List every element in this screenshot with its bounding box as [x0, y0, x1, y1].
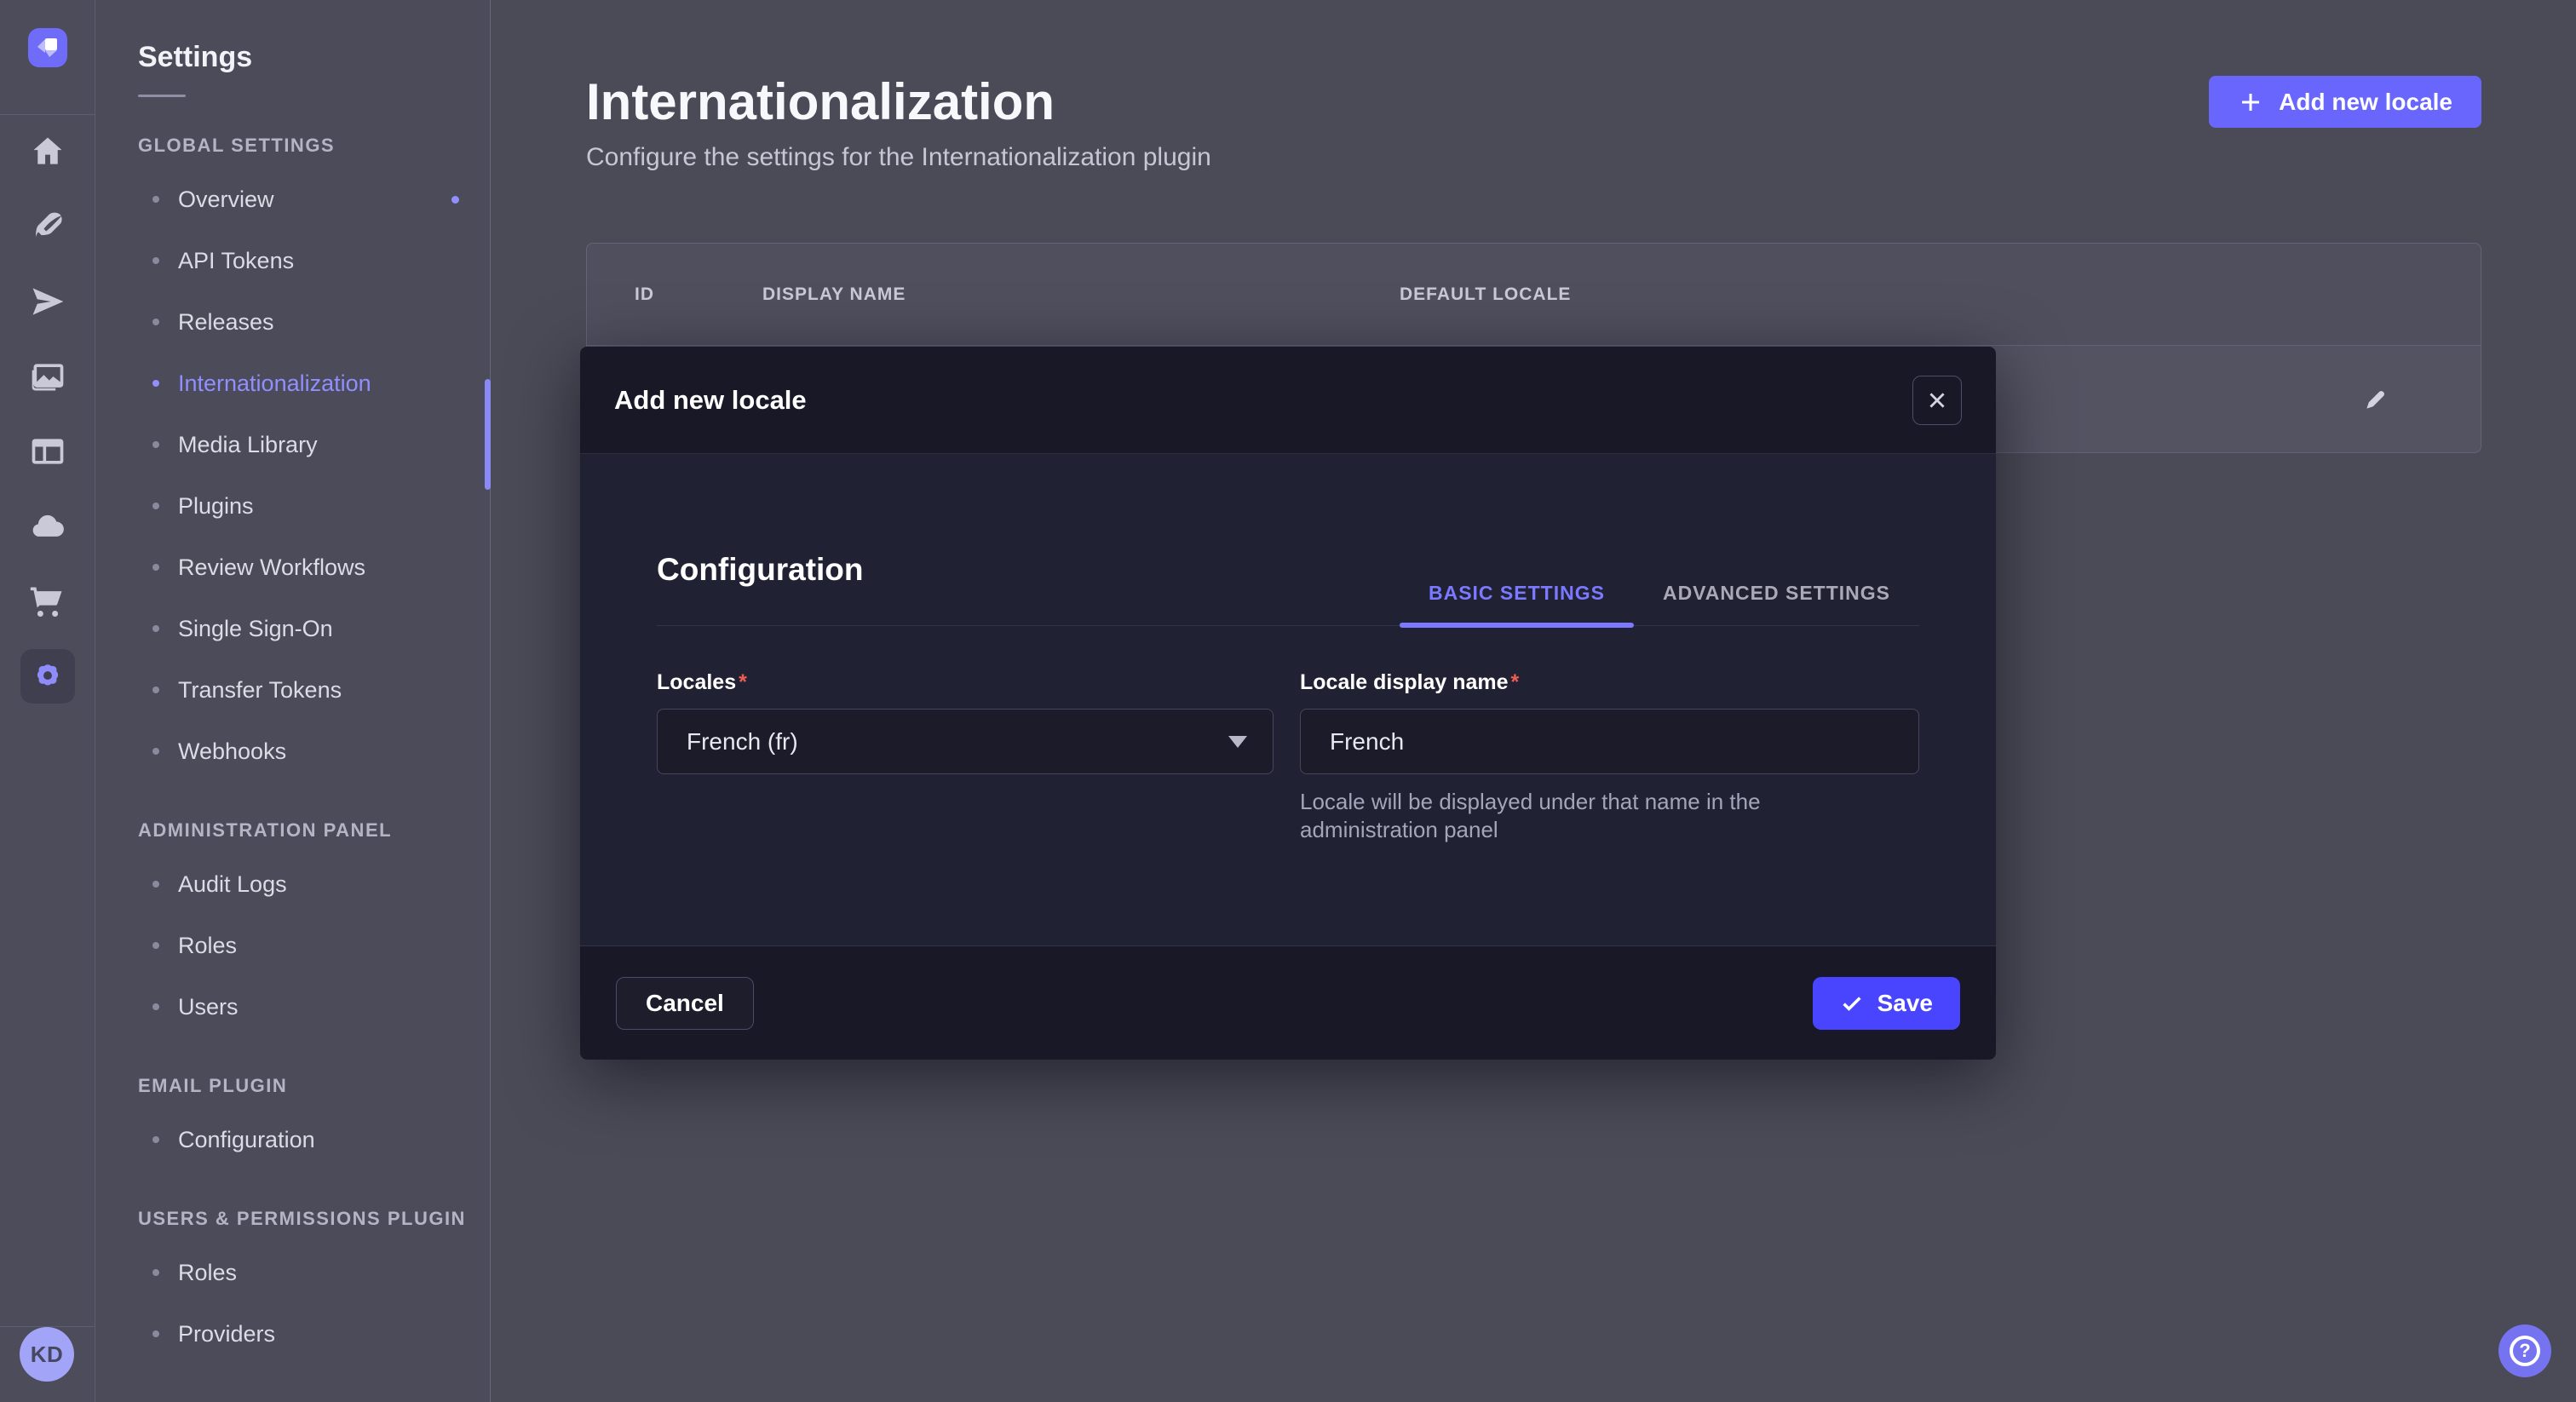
display-name-field: Locale display name* Locale will be disp…: [1300, 670, 1919, 845]
locales-field: Locales* French (fr): [657, 670, 1274, 845]
edit-locale-button[interactable]: [2353, 376, 2399, 422]
layout-icon[interactable]: [0, 414, 95, 489]
home-icon[interactable]: [0, 114, 95, 189]
section-label-administration-panel: ADMINISTRATION PANEL: [138, 819, 490, 842]
close-modal-button[interactable]: [1912, 376, 1962, 425]
item-bullet-icon: [152, 881, 159, 888]
settings-active-background: [20, 649, 75, 704]
marketplace-cart-icon[interactable]: [0, 564, 95, 639]
modal-body: Configuration BASIC SETTINGS ADVANCED SE…: [580, 454, 1996, 945]
display-name-hint: Locale will be displayed under that name…: [1300, 788, 1896, 845]
settings-sidebar: Settings GLOBAL SETTINGS Overview API To…: [95, 0, 491, 1402]
item-bullet-icon: [152, 441, 159, 448]
settings-gear-icon[interactable]: [0, 639, 95, 714]
sidebar-item-overview[interactable]: Overview: [95, 169, 490, 230]
required-asterisk: *: [739, 670, 747, 694]
tab-basic-settings[interactable]: BASIC SETTINGS: [1400, 582, 1634, 625]
sidebar-item-webhooks[interactable]: Webhooks: [95, 721, 490, 782]
item-bullet-icon: [152, 1269, 159, 1276]
plus-icon: [2238, 89, 2263, 115]
item-bullet-icon: [152, 503, 159, 509]
item-bullet-icon: [152, 1330, 159, 1337]
sidebar-item-admin-roles[interactable]: Roles: [95, 915, 490, 976]
column-header-display-name: DISPLAY NAME: [762, 284, 1400, 305]
sidebar-title-divider: [138, 95, 186, 97]
modal-title: Add new locale: [614, 385, 1912, 416]
notification-dot-icon: [451, 196, 459, 204]
media-library-icon[interactable]: [0, 339, 95, 414]
column-header-id: ID: [635, 284, 762, 305]
user-avatar[interactable]: KD: [20, 1327, 74, 1382]
column-header-default-locale: DEFAULT LOCALE: [1400, 284, 2481, 305]
sidebar-item-releases[interactable]: Releases: [95, 291, 490, 353]
add-new-locale-button[interactable]: Add new locale: [2209, 76, 2481, 128]
modal-header: Add new locale: [580, 347, 1996, 454]
cloud-icon[interactable]: [0, 489, 95, 564]
item-bullet-icon: [152, 942, 159, 949]
strapi-logo[interactable]: [28, 28, 67, 67]
item-bullet-icon: [152, 257, 159, 264]
modal-footer: Cancel Save: [580, 945, 1996, 1060]
cancel-button[interactable]: Cancel: [616, 977, 754, 1030]
locales-label: Locales*: [657, 670, 1274, 695]
tab-advanced-settings[interactable]: ADVANCED SETTINGS: [1634, 582, 1919, 625]
quill-icon[interactable]: [0, 189, 95, 264]
configuration-heading: Configuration: [657, 552, 864, 625]
display-name-input[interactable]: [1300, 709, 1919, 774]
item-bullet-icon: [152, 1136, 159, 1143]
question-mark-icon: ?: [2510, 1336, 2540, 1366]
sidebar-item-media-library[interactable]: Media Library: [95, 414, 490, 475]
item-bullet-icon: [152, 687, 159, 693]
paper-plane-icon[interactable]: [0, 264, 95, 339]
sidebar-item-single-sign-on[interactable]: Single Sign-On: [95, 598, 490, 659]
settings-tabs: BASIC SETTINGS ADVANCED SETTINGS: [1400, 582, 1919, 625]
item-bullet-icon: [152, 564, 159, 571]
locales-select[interactable]: French (fr): [657, 709, 1274, 774]
section-label-email-plugin: EMAIL PLUGIN: [138, 1075, 490, 1097]
display-name-label: Locale display name*: [1300, 670, 1919, 695]
sidebar-title: Settings: [138, 41, 490, 74]
page-subtitle: Configure the settings for the Internati…: [586, 143, 1211, 172]
required-asterisk: *: [1511, 670, 1520, 694]
chevron-down-icon: [1228, 736, 1247, 748]
sidebar-item-providers[interactable]: Providers: [95, 1303, 490, 1365]
sidebar-item-email-configuration[interactable]: Configuration: [95, 1109, 490, 1170]
add-locale-modal: Add new locale Configuration BASIC SETTI…: [580, 347, 1996, 1060]
sidebar-item-users[interactable]: Users: [95, 976, 490, 1037]
sidebar-item-review-workflows[interactable]: Review Workflows: [95, 537, 490, 598]
sidebar-item-up-roles[interactable]: Roles: [95, 1242, 490, 1303]
item-bullet-icon: [152, 380, 159, 387]
item-bullet-icon: [152, 1003, 159, 1010]
item-bullet-icon: [152, 625, 159, 632]
section-label-global-settings: GLOBAL SETTINGS: [138, 135, 490, 157]
close-icon: [1926, 389, 1948, 411]
save-button[interactable]: Save: [1813, 977, 1960, 1030]
item-bullet-icon: [152, 319, 159, 325]
sidebar-item-transfer-tokens[interactable]: Transfer Tokens: [95, 659, 490, 721]
icon-rail: KD: [0, 0, 95, 1402]
sidebar-item-internationalization[interactable]: Internationalization: [95, 353, 490, 414]
sidebar-scrollbar-thumb[interactable]: [485, 379, 491, 490]
check-icon: [1840, 991, 1864, 1015]
pencil-icon: [2361, 385, 2390, 414]
section-label-users-permissions-plugin: USERS & PERMISSIONS PLUGIN: [138, 1208, 490, 1230]
help-button[interactable]: ?: [2498, 1324, 2551, 1377]
item-bullet-icon: [152, 748, 159, 755]
item-bullet-icon: [152, 196, 159, 203]
table-header-row: ID DISPLAY NAME DEFAULT LOCALE: [587, 244, 2481, 346]
sidebar-item-plugins[interactable]: Plugins: [95, 475, 490, 537]
sidebar-item-audit-logs[interactable]: Audit Logs: [95, 853, 490, 915]
sidebar-item-api-tokens[interactable]: API Tokens: [95, 230, 490, 291]
page-title: Internationalization: [586, 72, 1055, 131]
